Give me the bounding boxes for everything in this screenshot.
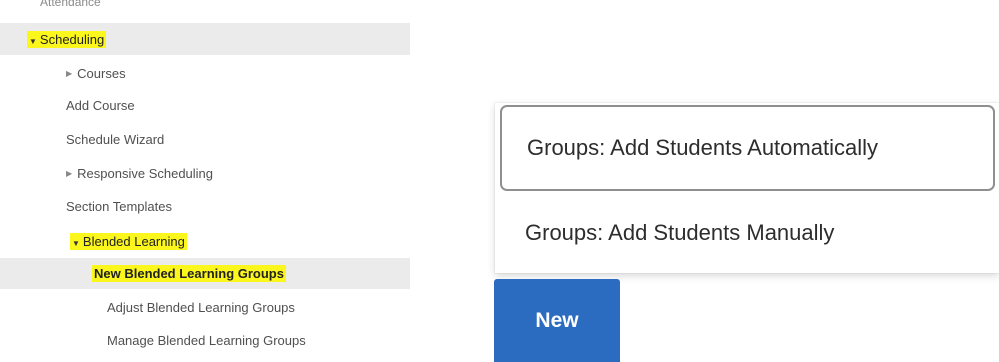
nav-item-section-templates[interactable]: Section Templates	[0, 191, 410, 221]
nav-item-new-blended-learning-groups[interactable]: New Blended Learning Groups	[0, 258, 410, 289]
nav-item-courses[interactable]: ▶ Courses	[0, 58, 410, 88]
nav-item-label: Schedule Wizard	[66, 131, 165, 147]
menu-option-label: Groups: Add Students Automatically	[527, 135, 878, 160]
new-button[interactable]: New	[494, 279, 620, 362]
menu-option-add-students-manually[interactable]: Groups: Add Students Manually	[495, 193, 999, 273]
nav-item-cut-off[interactable]: Attendance	[0, 0, 410, 9]
nav-item-label: Manage Blended Learning Groups	[107, 332, 306, 348]
nav-item-label: Adjust Blended Learning Groups	[107, 299, 295, 315]
nav-item-label: Attendance	[40, 0, 101, 9]
navigation-tree: Attendance ▼ Scheduling ▶ Courses Add Cour…	[0, 0, 410, 362]
nav-item-responsive-scheduling[interactable]: ▶ Responsive Scheduling	[0, 158, 410, 188]
nav-item-schedule-wizard[interactable]: Schedule Wizard	[0, 124, 410, 154]
nav-item-label: Add Course	[66, 97, 135, 113]
nav-item-label: Courses	[77, 65, 126, 81]
caret-right-icon: ▶	[66, 68, 73, 78]
nav-item-label: Blended Learning	[82, 233, 185, 249]
new-group-dropdown-menu: Groups: Add Students Automatically Group…	[495, 103, 999, 273]
caret-down-icon: ▼	[29, 36, 37, 46]
screenshot-root: Attendance ▼ Scheduling ▶ Courses Add Cour…	[0, 0, 999, 362]
menu-option-add-students-automatically[interactable]: Groups: Add Students Automatically	[500, 105, 995, 191]
nav-item-label: Responsive Scheduling	[77, 165, 214, 181]
nav-item-manage-blended-learning-groups[interactable]: Manage Blended Learning Groups	[0, 325, 410, 355]
nav-item-label: New Blended Learning Groups	[92, 265, 286, 282]
menu-option-label: Groups: Add Students Manually	[525, 220, 835, 245]
nav-item-add-course[interactable]: Add Course	[0, 90, 410, 120]
nav-item-label: Section Templates	[66, 198, 172, 214]
nav-item-scheduling[interactable]: ▼ Scheduling	[0, 23, 410, 55]
nav-item-blended-learning[interactable]: ▼ Blended Learning	[0, 226, 410, 256]
nav-item-label: Scheduling	[39, 31, 105, 47]
nav-item-adjust-blended-learning-groups[interactable]: Adjust Blended Learning Groups	[0, 292, 410, 322]
caret-right-icon: ▶	[66, 168, 73, 178]
caret-down-icon: ▼	[72, 238, 80, 248]
